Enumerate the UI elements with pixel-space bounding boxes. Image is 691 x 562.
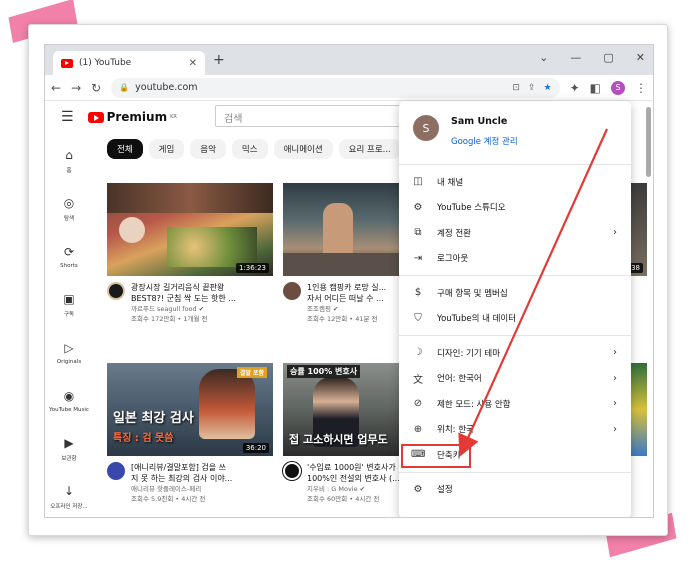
browser-window: (1) YouTube ✕ + ⌄ — ▢ ✕ ← → ↻ 🔒 youtube.…	[44, 44, 654, 518]
annotation-arrow	[458, 128, 609, 458]
